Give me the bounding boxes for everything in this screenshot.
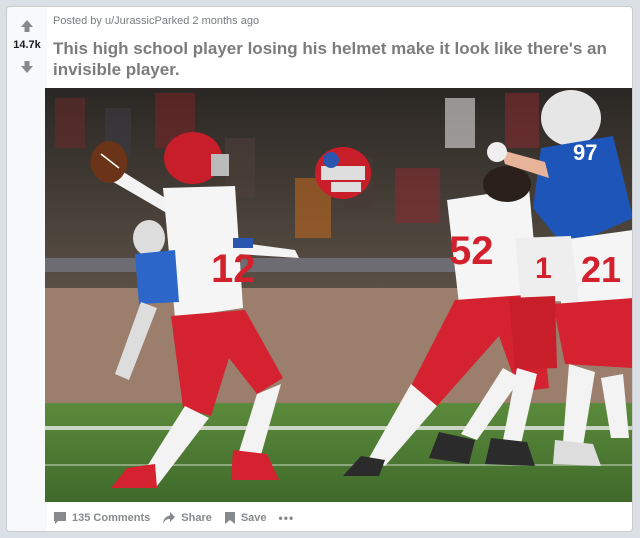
football-photo: 12 52 97 21 1	[45, 88, 632, 502]
vote-score: 14.7k	[13, 39, 41, 51]
post-image[interactable]: 12 52 97 21 1	[45, 88, 632, 502]
save-button[interactable]: Save	[224, 511, 267, 525]
downvote-button[interactable]	[7, 57, 47, 77]
author-link[interactable]: u/JurassicParked	[105, 15, 189, 27]
post-actions-bar: 135 Comments Share Save •••	[53, 508, 306, 528]
post-title[interactable]: This high school player losing his helme…	[53, 38, 613, 80]
jersey-number-52: 52	[449, 229, 494, 273]
comments-label: 135 Comments	[72, 512, 151, 524]
share-arrow-icon	[163, 512, 176, 524]
save-label: Save	[240, 512, 267, 524]
share-label: Share	[181, 512, 212, 524]
meta-prefix: Posted by	[53, 15, 102, 27]
jersey-number-1: 1	[535, 252, 552, 285]
football	[91, 141, 127, 183]
arrow-down-icon	[21, 61, 33, 73]
jersey-number-21: 21	[581, 249, 621, 290]
arrow-up-icon	[21, 20, 33, 32]
post-time: 2 months ago	[192, 15, 260, 27]
share-button[interactable]: Share	[162, 511, 212, 525]
bookmark-icon	[224, 512, 235, 524]
loose-helmet	[315, 147, 371, 199]
more-label: •••	[278, 511, 295, 525]
upvote-button[interactable]	[7, 16, 47, 36]
vote-column: 14.7k	[7, 7, 47, 531]
post-card[interactable]: 14.7k Posted by u/JurassicParked 2 month…	[6, 6, 633, 532]
jersey-number-97: 97	[573, 140, 597, 165]
more-options-button[interactable]: •••	[279, 511, 295, 525]
comments-button[interactable]: 135 Comments	[53, 511, 150, 525]
post-meta: Posted by u/JurassicParked 2 months ago	[53, 15, 259, 27]
comment-bubble-icon	[54, 512, 66, 524]
